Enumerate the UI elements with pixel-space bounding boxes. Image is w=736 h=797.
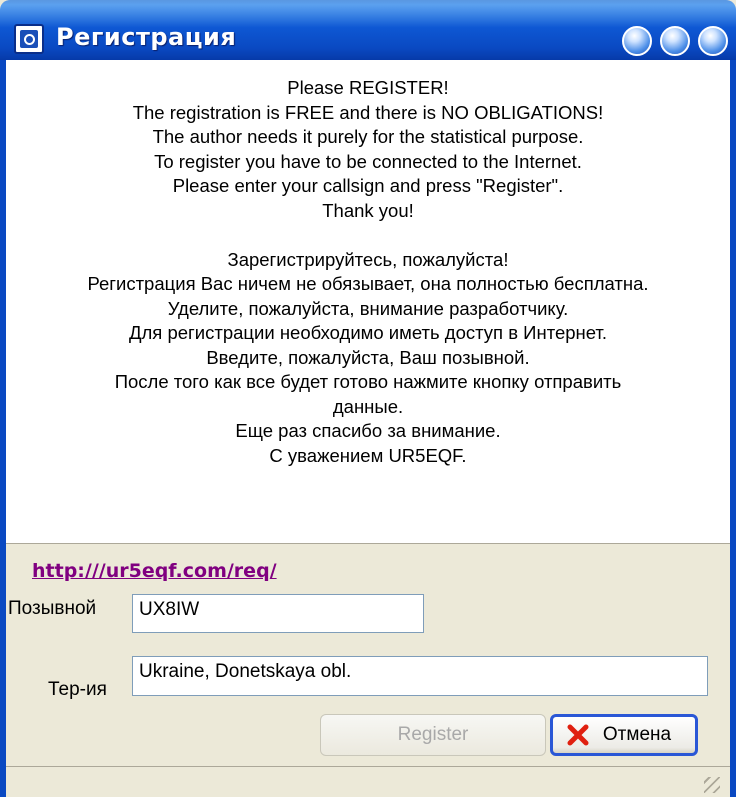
message-line: Для регистрации необходимо иметь доступ …	[128, 322, 607, 343]
message-line: С уважением UR5EQF.	[269, 444, 467, 466]
message-line: The author needs it purely for the stati…	[152, 126, 584, 147]
registration-window: Регистрация Please REGISTER! The registr…	[0, 0, 736, 797]
message-area: Please REGISTER! The registration is FRE…	[6, 60, 730, 544]
cancel-button[interactable]: Отмена	[550, 714, 698, 756]
message-line: данные.	[332, 395, 404, 417]
message-line: The registration is FREE and there is NO…	[132, 101, 604, 123]
status-bar	[6, 766, 730, 797]
title-bar[interactable]: Регистрация	[0, 0, 736, 60]
message-line: Зарегистрируйтесь, пожалуйста!	[227, 248, 509, 270]
message-line: Регистрация Вас ничем не обязывает, она …	[87, 273, 649, 294]
message-line: Еще раз спасибо за внимание.	[235, 420, 501, 441]
close-button[interactable]	[698, 26, 728, 56]
callsign-label: Позывной	[8, 598, 97, 619]
message-line: Please enter your callsign and press "Re…	[172, 175, 564, 196]
message-line: Thank you!	[322, 199, 414, 221]
resize-grip-icon[interactable]	[704, 777, 720, 793]
message-line: To register you have to be connected to …	[154, 150, 582, 172]
territory-label: Тер-ия	[48, 679, 107, 700]
app-logo-icon[interactable]	[14, 24, 44, 54]
cancel-button-label: Отмена	[602, 724, 672, 745]
callsign-field[interactable]: UX8IW	[132, 594, 424, 633]
message-line: Please REGISTER!	[287, 77, 449, 98]
window-title: Регистрация	[56, 23, 237, 51]
register-button[interactable]: Register	[320, 714, 546, 756]
registration-link[interactable]: http:///ur5eqf.com/req/	[32, 560, 277, 582]
territory-field[interactable]: Ukraine, Donetskaya obl.	[132, 656, 708, 696]
window-frame-right	[730, 60, 736, 797]
message-line: Уделите, пожалуйста, внимание разработчи…	[167, 297, 569, 319]
x-icon	[567, 724, 589, 746]
message-line: После того как все будет готово нажмите …	[114, 371, 622, 392]
maximize-button[interactable]	[660, 26, 690, 56]
message-line: Введите, пожалуйста, Ваш позывной.	[206, 346, 530, 368]
minimize-button[interactable]	[622, 26, 652, 56]
